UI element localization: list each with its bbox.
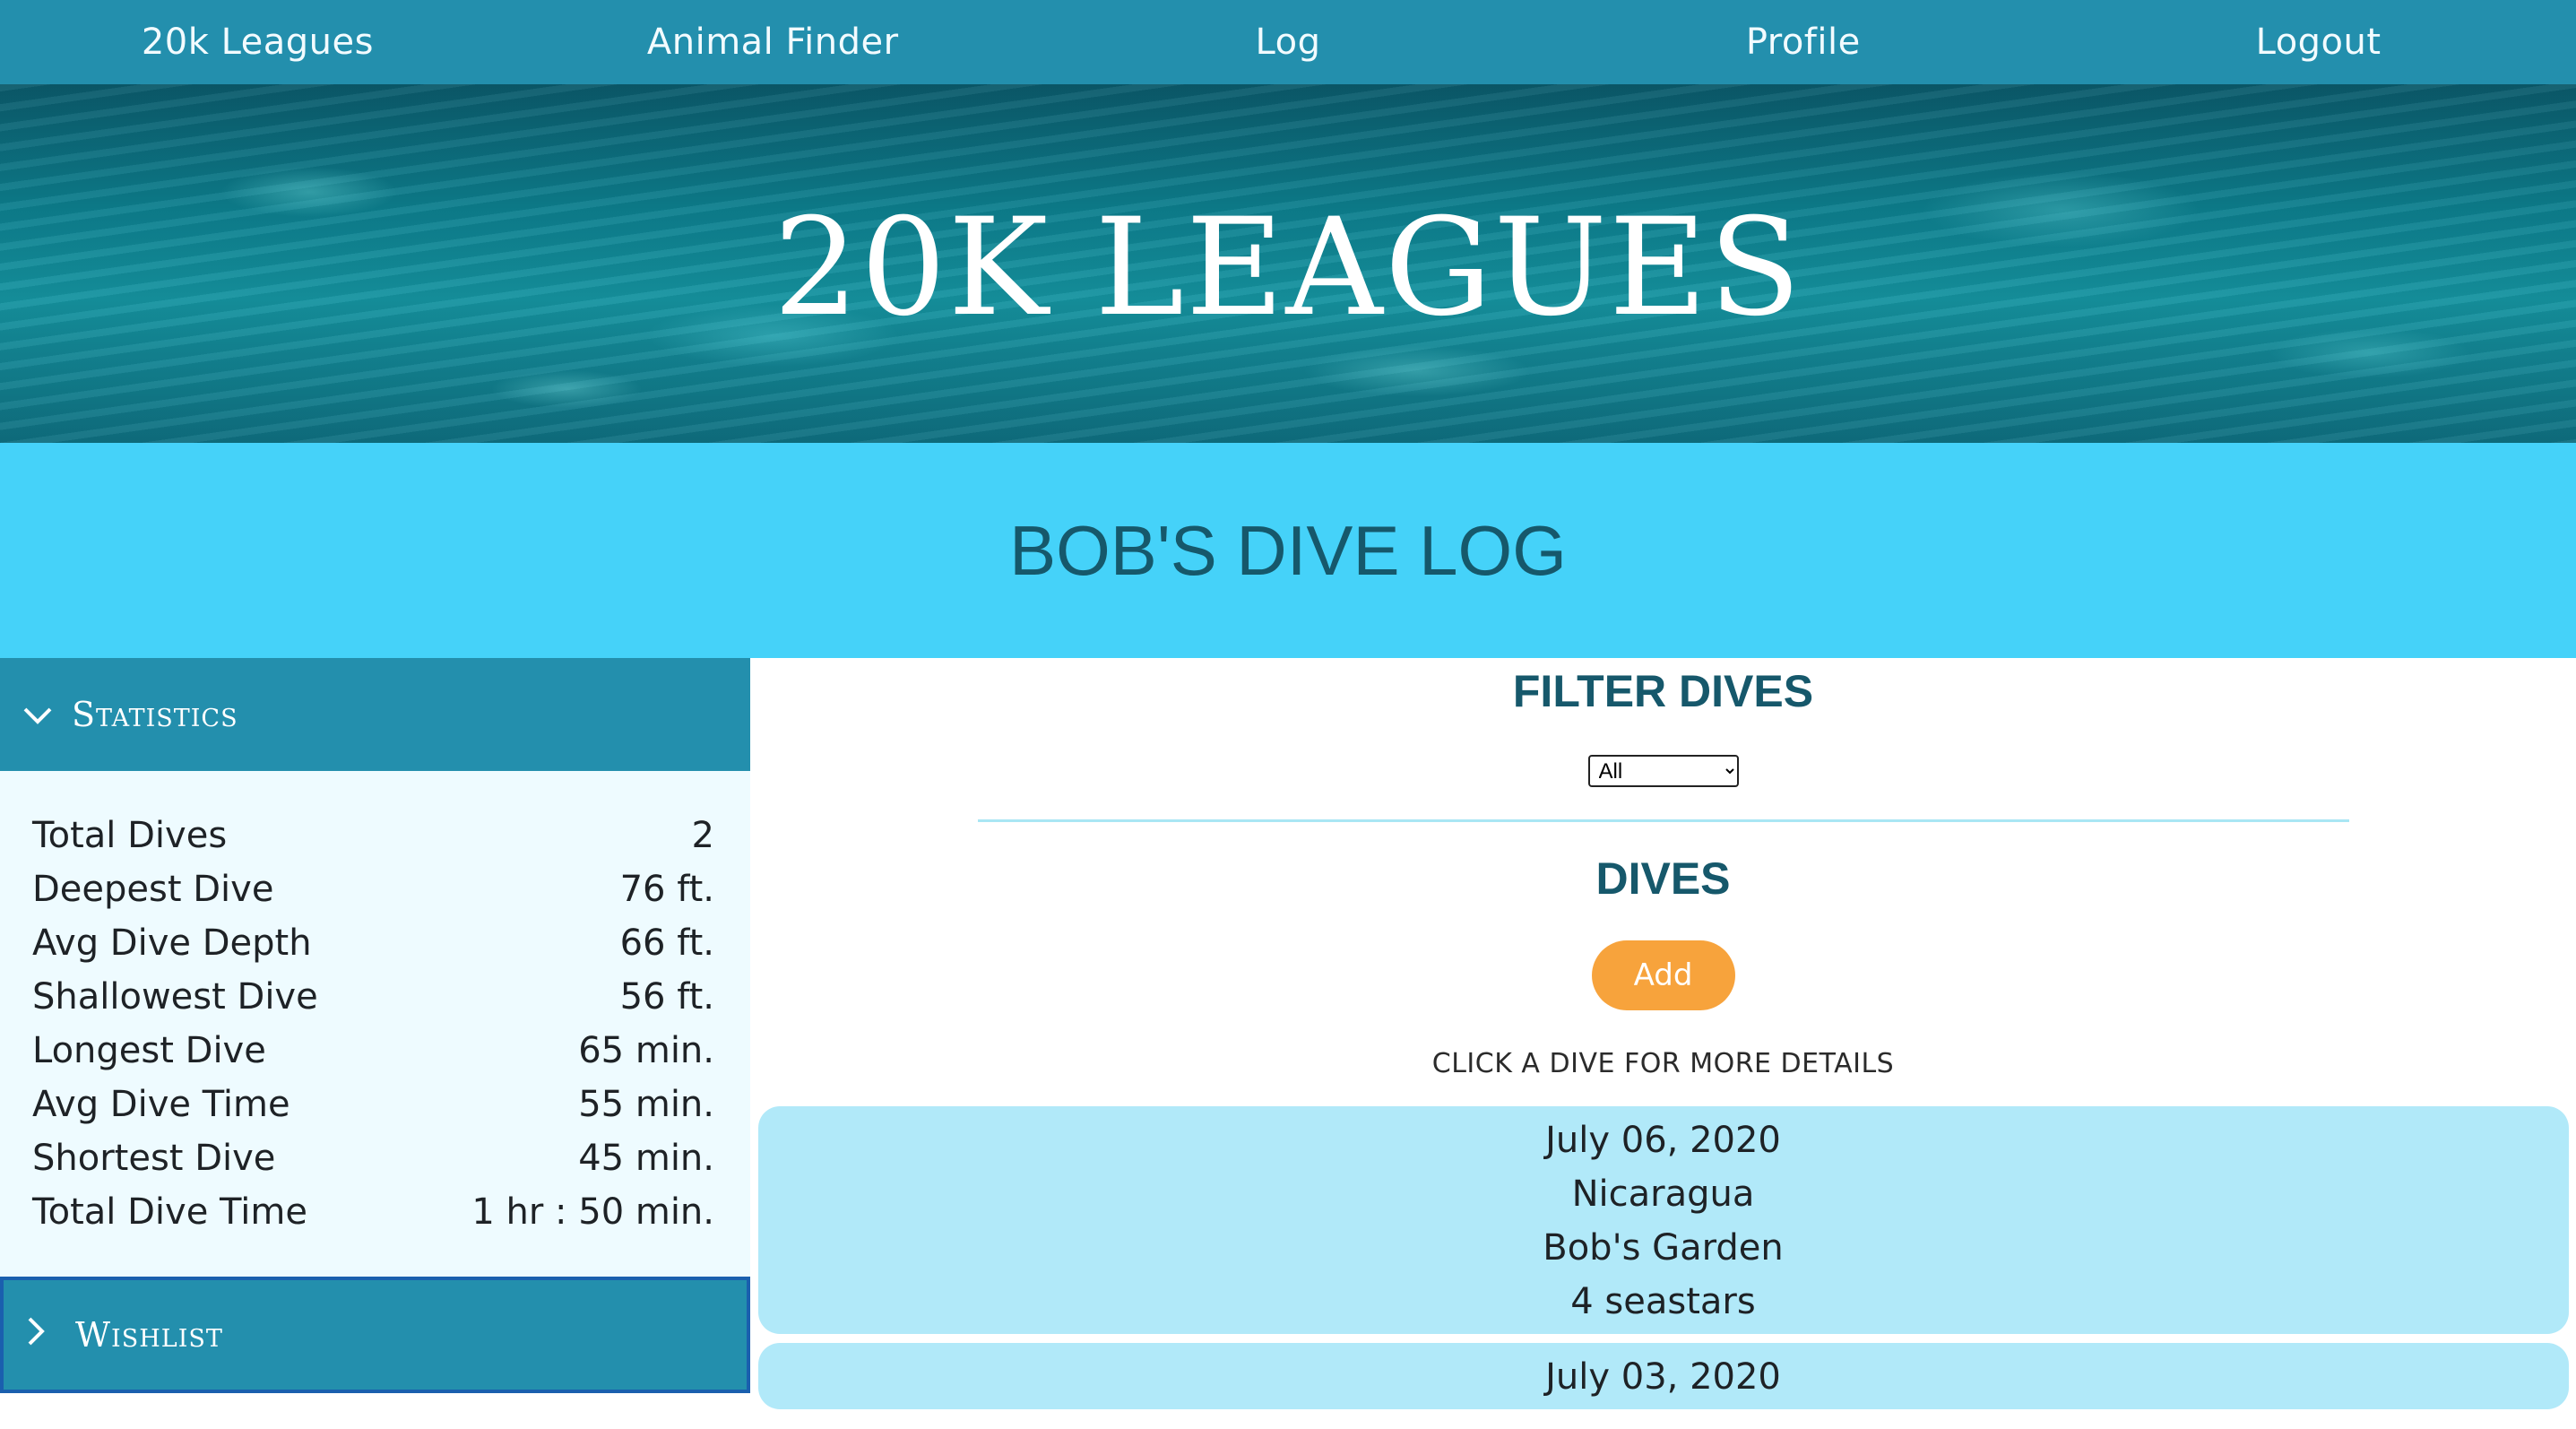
chevron-down-icon [22,695,57,734]
stat-label: Avg Dive Depth [32,922,312,964]
filter-dives-select[interactable]: All [1587,755,1739,787]
hero-banner: 20K LEAGUES [0,84,2576,443]
stat-row: Avg Dive Depth 66 ft. [32,916,714,970]
dive-site: Bob's Garden [1543,1227,1784,1269]
page-title: BOB'S DIVE LOG [1009,510,1567,590]
content-area: Statistics Total Dives 2 Deepest Dive 76… [0,658,2576,1429]
nav-animal-finder-link[interactable]: Animal Finder [515,22,1031,63]
stat-row: Shallowest Dive 56 ft. [32,970,714,1024]
stat-value: 1 hr : 50 min. [471,1191,714,1233]
stat-label: Shallowest Dive [32,976,318,1018]
section-divider [977,819,2349,822]
stat-label: Deepest Dive [32,869,274,910]
wishlist-accordion-header[interactable]: Wishlist [0,1277,750,1393]
top-navbar: 20k Leagues Animal Finder Log Profile Lo… [0,0,2576,84]
stat-label: Longest Dive [32,1030,266,1071]
statistics-label: Statistics [72,695,238,734]
stat-row: Total Dive Time 1 hr : 50 min. [32,1185,714,1239]
stat-value: 2 [691,815,714,856]
stat-label: Total Dive Time [32,1191,307,1233]
dive-location: Nicaragua [1571,1174,1755,1215]
stat-label: Avg Dive Time [32,1084,290,1125]
stat-row: Deepest Dive 76 ft. [32,862,714,916]
dive-card[interactable]: July 06, 2020 Nicaragua Bob's Garden 4 s… [757,1106,2569,1334]
nav-logout-link[interactable]: Logout [2061,22,2576,63]
stat-row: Longest Dive 65 min. [32,1024,714,1078]
stat-row: Avg Dive Time 55 min. [32,1078,714,1131]
wishlist-label: Wishlist [75,1315,223,1355]
statistics-accordion-header[interactable]: Statistics [0,658,750,771]
stat-label: Shortest Dive [32,1138,276,1179]
stat-label: Total Dives [32,815,228,856]
nav-profile-link[interactable]: Profile [1545,22,2061,63]
stat-row: Shortest Dive 45 min. [32,1131,714,1185]
filter-dives-heading: FILTER DIVES [1512,666,1814,716]
statistics-panel: Total Dives 2 Deepest Dive 76 ft. Avg Di… [0,771,750,1277]
sidebar: Statistics Total Dives 2 Deepest Dive 76… [0,658,750,1429]
stat-value: 66 ft. [619,922,714,964]
stat-value: 55 min. [578,1084,714,1125]
dive-date: July 06, 2020 [1545,1120,1781,1161]
dive-date: July 03, 2020 [1545,1356,1781,1398]
stat-value: 56 ft. [619,976,714,1018]
stat-value: 45 min. [578,1138,714,1179]
stat-value: 65 min. [578,1030,714,1071]
stat-value: 76 ft. [619,869,714,910]
dive-list: July 06, 2020 Nicaragua Bob's Garden 4 s… [757,1106,2569,1418]
stat-row: Total Dives 2 [32,809,714,862]
add-dive-button[interactable]: Add [1591,940,1735,1010]
hero-logo-title: 20K LEAGUES [773,190,1803,346]
page-title-banner: BOB'S DIVE LOG [0,443,2576,658]
dive-card[interactable]: July 03, 2020 [757,1343,2569,1409]
dive-details-hint: CLICK A DIVE FOR MORE DETAILS [1431,1048,1895,1079]
main-panel: FILTER DIVES All DIVES Add CLICK A DIVE … [750,658,2576,1429]
nav-home-link[interactable]: 20k Leagues [0,22,515,63]
nav-log-link[interactable]: Log [1031,22,1546,63]
dive-animals: 4 seastars [1570,1281,1756,1322]
chevron-right-icon [25,1315,61,1355]
dives-heading: DIVES [1595,853,1731,904]
